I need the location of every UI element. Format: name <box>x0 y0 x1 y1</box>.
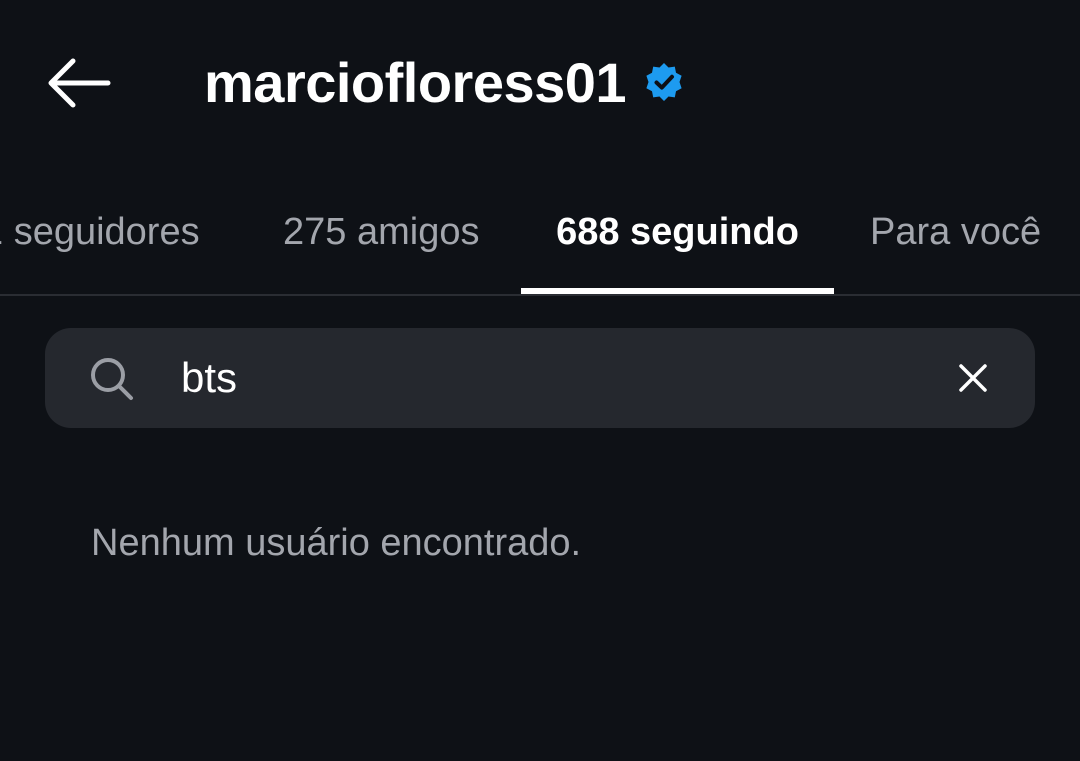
tab-friends[interactable]: 275 amigos <box>283 170 479 294</box>
active-tab-indicator <box>521 288 834 294</box>
verified-badge-icon <box>644 62 684 102</box>
tab-following[interactable]: 688 seguindo <box>521 170 834 294</box>
tab-for-you[interactable]: Para você <box>870 170 1041 294</box>
profile-title: marciofloress01 <box>204 46 684 118</box>
username-title: marciofloress01 <box>204 50 627 114</box>
tab-followers[interactable]: 1 seguidores <box>0 170 200 294</box>
top-bar: marciofloress01 <box>0 0 1080 165</box>
tab-bar: 1 seguidores 275 amigos 688 seguindo Par… <box>0 170 1080 296</box>
empty-results-message: Nenhum usuário encontrado. <box>91 522 582 564</box>
search-bar <box>45 328 1035 428</box>
arrow-left-icon <box>48 58 111 108</box>
clear-search-button[interactable] <box>945 350 1001 406</box>
back-button[interactable] <box>36 48 120 118</box>
search-icon <box>91 358 133 400</box>
search-input[interactable] <box>181 348 901 408</box>
close-icon <box>959 364 987 392</box>
